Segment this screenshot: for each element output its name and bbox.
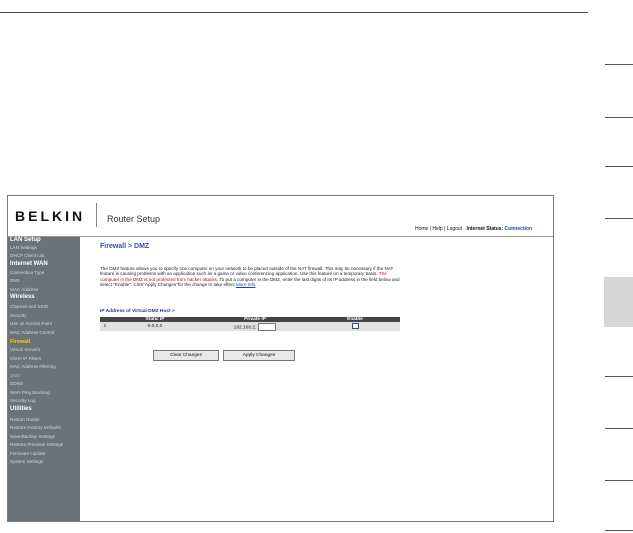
sidebar-item-restore-factory-defaults[interactable]: Restore Factory Defaults [10, 425, 61, 430]
side-tab-mark [605, 428, 633, 429]
private-ip-cell: 192.168.2. [200, 322, 310, 331]
clear-changes-button[interactable]: Clear Changes [153, 350, 219, 361]
sidebar-item-channel-ssid[interactable]: Channel and SSID [10, 304, 48, 309]
sidebar-item-restore-previous-settings[interactable]: Restore Previous Settings [10, 442, 63, 447]
sidebar-item-dmz[interactable]: DMZ [10, 373, 20, 378]
sidebar-section-wireless[interactable]: Wireless [10, 294, 35, 300]
chapter-tab [604, 277, 633, 327]
section-label: IP Address of Virtual DMZ Host > [100, 309, 175, 314]
brand-logo: BELKIN [15, 208, 86, 224]
sidebar-item-virtual-servers[interactable]: Virtual Servers [10, 347, 40, 352]
sidebar-item-mac-address[interactable]: MAC Address [10, 287, 38, 292]
more-info-link[interactable]: More Info [236, 282, 255, 287]
description-text: The DMZ feature allows you to specify on… [100, 266, 394, 277]
router-setup-window: BELKIN Router Setup Home | Help | Logout… [7, 195, 554, 522]
sidebar-section-internet-wan[interactable]: Internet WAN [10, 261, 48, 267]
private-ip-prefix: 192.168.2. [233, 324, 257, 330]
sidebar-item-security-log[interactable]: Security Log [10, 398, 36, 403]
side-tab-mark [605, 480, 633, 481]
sidebar: LAN Setup LAN Settings DHCP Client List … [8, 237, 80, 521]
sidebar-item-access-point[interactable]: Use as Access Point [10, 321, 52, 326]
sidebar-item-ddns[interactable]: DDNS [10, 381, 23, 386]
sidebar-item-lan-settings[interactable]: LAN Settings [10, 245, 37, 250]
logo-divider [96, 203, 97, 227]
private-ip-input[interactable] [258, 322, 277, 331]
side-tab-mark [605, 218, 633, 219]
side-tab-mark [605, 64, 633, 65]
enable-cell [310, 322, 400, 331]
sidebar-item-dhcp-client-list[interactable]: DHCP Client List [10, 253, 44, 258]
page-title: Firewall > DMZ [100, 243, 150, 250]
help-link[interactable]: Help [432, 226, 442, 232]
dmz-table: Static IP Private IP Enable 1 0.0.0.0 19… [100, 317, 400, 331]
sidebar-item-security[interactable]: Security [10, 313, 27, 318]
side-tab-mark [605, 530, 633, 531]
sidebar-item-restart-router[interactable]: Restart Router [10, 417, 40, 422]
apply-changes-button[interactable]: Apply Changes [223, 350, 295, 361]
main-content: Firewall > DMZ The DMZ feature allows yo… [80, 237, 553, 521]
dmz-description: The DMZ feature allows you to specify on… [100, 266, 400, 288]
sidebar-item-mac-address-control[interactable]: MAC Address Control [10, 330, 54, 335]
top-links: Home | Help | Logout Internet Status: Co… [415, 226, 533, 232]
table-header-row: Static IP Private IP Enable [100, 317, 400, 322]
sidebar-item-firmware-update[interactable]: Firmware Update [10, 451, 45, 456]
sidebar-item-save-backup-settings[interactable]: Save/Backup Settings [10, 434, 55, 439]
internet-status-value: Connection [504, 226, 533, 232]
side-tab-mark [605, 376, 633, 377]
router-header: BELKIN Router Setup Home | Help | Logout… [8, 196, 553, 237]
row-index: 1 [100, 322, 110, 331]
static-ip-value: 0.0.0.0 [110, 322, 200, 331]
sidebar-section-lan-setup[interactable]: LAN Setup [10, 237, 41, 243]
sidebar-section-firewall[interactable]: Firewall [10, 339, 30, 345]
sidebar-item-client-ip-filters[interactable]: Client IP Filters [10, 356, 41, 361]
sidebar-item-mac-address-filtering[interactable]: MAC Address Filtering [10, 364, 56, 369]
top-rule [0, 12, 588, 13]
sidebar-item-wan-ping-blocking[interactable]: WAN Ping Blocking [10, 390, 50, 395]
side-tab-mark [605, 166, 633, 167]
home-link[interactable]: Home [415, 226, 428, 232]
sidebar-item-connection-type[interactable]: Connection Type [10, 270, 44, 275]
logout-link[interactable]: Logout [447, 226, 462, 232]
table-row: 1 0.0.0.0 192.168.2. [100, 322, 400, 331]
sidebar-item-dns[interactable]: DNS [10, 278, 20, 283]
internet-status-label: Internet Status: [466, 226, 504, 232]
enable-checkbox[interactable] [351, 323, 359, 330]
sidebar-section-utilities[interactable]: Utilities [10, 406, 32, 412]
sidebar-item-system-settings[interactable]: System Settings [10, 459, 43, 464]
app-title: Router Setup [107, 214, 161, 224]
side-tab-mark [605, 117, 633, 118]
